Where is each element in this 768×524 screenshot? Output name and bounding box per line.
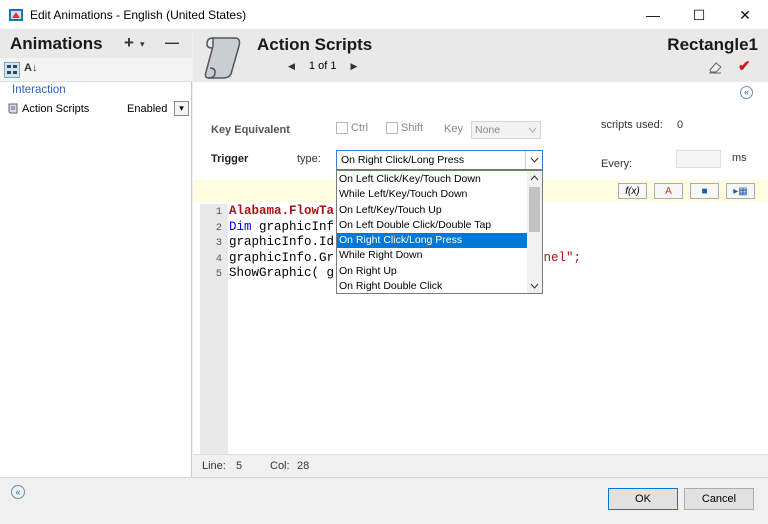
page-indicator: 1 of 1 bbox=[308, 60, 337, 72]
ms-label: ms bbox=[732, 152, 747, 164]
line-number: 5 bbox=[215, 268, 222, 280]
scroll-icon bbox=[8, 103, 18, 114]
eraser-icon[interactable] bbox=[707, 60, 723, 74]
status-bar: Line: 5 Col: 28 bbox=[193, 454, 768, 477]
code-token: ShowGraphic( g bbox=[229, 266, 335, 280]
line-number-gutter: 1 2 3 4 5 bbox=[200, 204, 228, 454]
scrollbar-thumb[interactable] bbox=[529, 187, 540, 232]
code-token: graphicInfo.Id bbox=[229, 235, 335, 249]
line-value: 5 bbox=[236, 460, 243, 472]
dropdown-option[interactable]: On Right Up bbox=[337, 264, 527, 279]
code-token: graphicInf bbox=[251, 219, 335, 234]
collapse-left-icon[interactable]: « bbox=[11, 485, 25, 499]
dropdown-scrollbar[interactable] bbox=[527, 171, 542, 293]
key-select-value: None bbox=[475, 124, 501, 136]
sort-toolbar: A↓ bbox=[0, 58, 192, 82]
close-button[interactable]: ✕ bbox=[722, 0, 768, 30]
validate-check-icon[interactable]: ✔ bbox=[738, 57, 751, 75]
title-bar: Edit Animations - English (United States… bbox=[0, 0, 768, 30]
dialog-footer: « OK Cancel bbox=[0, 477, 768, 524]
trigger-type-dropdown-button[interactable] bbox=[525, 151, 542, 169]
pager: ◀ 1 of 1 ▶ bbox=[288, 60, 357, 72]
window-title: Edit Animations - English (United States… bbox=[30, 8, 247, 22]
trigger-label: Trigger bbox=[211, 153, 249, 165]
section-interaction: Interaction bbox=[12, 84, 66, 96]
scroll-up-icon[interactable] bbox=[530, 175, 539, 181]
maximize-button[interactable]: ☐ bbox=[676, 0, 722, 30]
type-label: type: bbox=[297, 153, 321, 165]
animations-header: Animations + ▾ — bbox=[0, 30, 192, 58]
animation-label: Action Scripts bbox=[22, 103, 90, 115]
object-name: Rectangle1 bbox=[667, 35, 758, 54]
scripts-used-label: scripts used: bbox=[601, 119, 663, 131]
line-number: 4 bbox=[215, 252, 222, 265]
code-token: graphicInfo.Gr bbox=[229, 250, 335, 265]
dropdown-option[interactable]: On Left Click/Key/Touch Down bbox=[337, 172, 527, 187]
chevron-down-icon bbox=[528, 127, 537, 133]
trigger-type-value: On Right Click/Long Press bbox=[341, 154, 465, 166]
shift-checkbox[interactable]: Shift bbox=[386, 122, 424, 135]
collapse-up-icon[interactable]: « bbox=[740, 86, 753, 99]
highlight-button[interactable]: A bbox=[654, 183, 683, 199]
page-title: Action Scripts bbox=[257, 35, 373, 54]
add-animation-button[interactable]: + bbox=[124, 33, 134, 53]
line-label: Line: bbox=[202, 460, 226, 472]
dropdown-option-selected[interactable]: On Right Click/Long Press bbox=[337, 233, 527, 249]
animation-row-action-scripts[interactable]: Action Scripts Enabled ▾ bbox=[4, 101, 190, 118]
dropdown-option[interactable]: On Right Double Click bbox=[337, 279, 527, 293]
key-label: Key bbox=[444, 123, 463, 135]
col-label: Col: bbox=[270, 460, 290, 472]
key-equivalent-label: Key Equivalent bbox=[211, 124, 290, 136]
function-button[interactable]: f(x) bbox=[618, 183, 647, 199]
trigger-type-dropdown-list: On Left Click/Key/Touch Down While Left/… bbox=[336, 170, 543, 294]
alphabetical-sort-icon[interactable]: A↓ bbox=[24, 62, 37, 74]
code-token: Alabama.FlowTa bbox=[229, 204, 335, 218]
dropdown-option[interactable]: On Left/Key/Touch Up bbox=[337, 203, 527, 218]
add-dropdown-arrow-icon[interactable]: ▾ bbox=[140, 39, 145, 50]
category-view-icon[interactable] bbox=[4, 62, 20, 78]
shift-label: Shift bbox=[401, 122, 424, 134]
dropdown-option[interactable]: While Right Down bbox=[337, 248, 527, 263]
every-label: Every: bbox=[601, 158, 633, 170]
line-number: 3 bbox=[215, 237, 222, 249]
action-scripts-scroll-icon bbox=[204, 37, 241, 79]
line-number: 1 bbox=[215, 206, 222, 218]
script-header: Action Scripts ◀ 1 of 1 ▶ Rectangle1 ✔ bbox=[193, 30, 768, 82]
trigger-type-select[interactable]: On Right Click/Long Press bbox=[336, 150, 543, 170]
state-dropdown-arrow-icon[interactable]: ▾ bbox=[174, 101, 189, 116]
animations-title: Animations bbox=[10, 34, 103, 53]
dropdown-option[interactable]: While Left/Key/Touch Down bbox=[337, 187, 527, 202]
key-select[interactable]: None bbox=[471, 121, 541, 139]
ok-button[interactable]: OK bbox=[608, 488, 678, 510]
ctrl-checkbox[interactable]: Ctrl bbox=[336, 122, 369, 135]
previous-page-icon[interactable]: ◀ bbox=[288, 61, 295, 72]
line-number: 2 bbox=[215, 221, 222, 234]
animations-panel: Animations + ▾ — A↓ Interaction Action S… bbox=[0, 30, 192, 477]
object-browser-button[interactable]: ■ bbox=[690, 183, 719, 199]
code-token: Dim bbox=[229, 219, 252, 234]
dropdown-option[interactable]: On Left Double Click/Double Tap bbox=[337, 218, 527, 233]
col-value: 28 bbox=[297, 460, 310, 472]
animation-state: Enabled bbox=[127, 103, 168, 115]
remove-animation-button[interactable]: — bbox=[165, 34, 179, 50]
scroll-down-icon[interactable] bbox=[530, 283, 539, 289]
cancel-button[interactable]: Cancel bbox=[684, 488, 754, 510]
every-input[interactable] bbox=[676, 150, 721, 168]
chevron-down-icon bbox=[530, 157, 538, 163]
minimize-button[interactable]: — bbox=[630, 0, 676, 30]
app-icon bbox=[9, 9, 23, 21]
insert-button[interactable]: ▸▦ bbox=[726, 183, 755, 199]
next-page-icon[interactable]: ▶ bbox=[350, 61, 357, 72]
scripts-used-count: 0 bbox=[677, 119, 684, 131]
ctrl-label: Ctrl bbox=[351, 122, 369, 134]
